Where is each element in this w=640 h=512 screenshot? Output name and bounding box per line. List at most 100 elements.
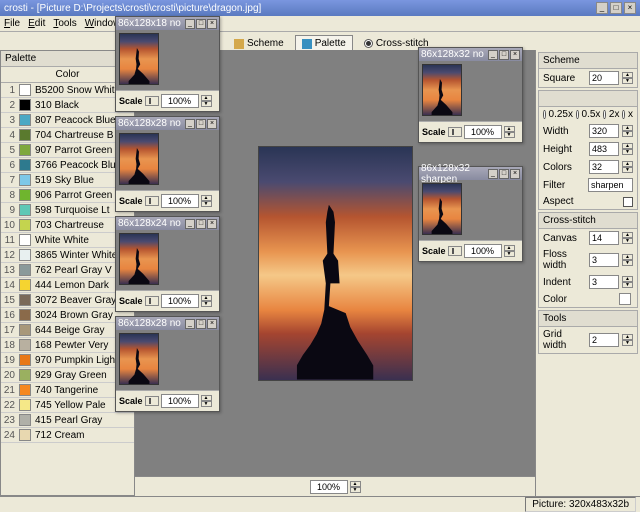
zx[interactable] — [622, 110, 625, 119]
scale-slider[interactable] — [145, 196, 159, 206]
max-icon[interactable]: □ — [499, 169, 509, 179]
scale-input[interactable] — [161, 394, 199, 408]
color-swatch — [19, 174, 31, 186]
z2[interactable] — [603, 110, 606, 119]
color-swatch — [19, 429, 31, 441]
preview-title: 86x128x32 sharpen — [421, 163, 488, 185]
min-icon[interactable]: _ — [488, 169, 498, 179]
preview-body — [116, 330, 219, 390]
status-bar: Picture: 320x483x32b — [0, 496, 640, 512]
color-swatch — [19, 99, 31, 111]
preview-titlebar[interactable]: 86x128x28 no_□× — [116, 117, 219, 130]
square-input[interactable] — [589, 71, 619, 85]
preview-window[interactable]: 86x128x32 sharpen_□×Scale▲▼ — [418, 166, 523, 262]
window-titlebar: crosti - [Picture D:\Projects\crosti\cro… — [0, 0, 640, 16]
min-icon[interactable]: _ — [185, 319, 195, 329]
minimize-button[interactable]: _ — [596, 2, 608, 14]
scale-spin[interactable]: ▲▼ — [504, 126, 515, 138]
scale-slider[interactable] — [448, 127, 462, 137]
max-icon[interactable]: □ — [196, 119, 206, 129]
color-swatch — [19, 279, 31, 291]
scale-slider[interactable] — [145, 296, 159, 306]
maximize-button[interactable]: □ — [610, 2, 622, 14]
max-icon[interactable]: □ — [499, 50, 509, 60]
scale-spin[interactable]: ▲▼ — [201, 95, 212, 107]
grid-input[interactable] — [589, 333, 619, 347]
preview-window[interactable]: 86x128x32 no_□×Scale▲▼ — [418, 47, 523, 143]
width-label: Width — [543, 126, 586, 137]
square-spin[interactable]: ▲▼ — [622, 72, 633, 84]
close-icon[interactable]: × — [207, 219, 217, 229]
palette-row[interactable]: 24712 Cream — [1, 428, 134, 443]
close-icon[interactable]: × — [510, 169, 520, 179]
thumbnail[interactable] — [119, 33, 159, 85]
thumbnail[interactable] — [119, 133, 159, 185]
preview-titlebar[interactable]: 86x128x32 no_□× — [419, 48, 522, 61]
scale-input[interactable] — [464, 244, 502, 258]
scale-spin[interactable]: ▲▼ — [201, 395, 212, 407]
color-swatch — [19, 414, 31, 426]
scale-input[interactable] — [161, 194, 199, 208]
square-label: Square — [543, 73, 586, 84]
menu-tools[interactable]: Tools — [53, 18, 76, 29]
scale-spin[interactable]: ▲▼ — [504, 245, 515, 257]
scale-input[interactable] — [161, 294, 199, 308]
palette-row[interactable]: 23415 Pearl Gray — [1, 413, 134, 428]
cross-title: Cross-stitch — [539, 213, 637, 229]
min-icon[interactable]: _ — [185, 119, 195, 129]
scale-slider[interactable] — [448, 246, 462, 256]
menu-edit[interactable]: Edit — [28, 18, 45, 29]
close-icon[interactable]: × — [207, 19, 217, 29]
close-button[interactable]: × — [624, 2, 636, 14]
preview-titlebar[interactable]: 86x128x24 no_□× — [116, 217, 219, 230]
thumbnail[interactable] — [422, 183, 462, 235]
color-swatch — [19, 234, 31, 246]
scale-slider[interactable] — [145, 96, 159, 106]
colors-input[interactable] — [589, 160, 619, 174]
preview-scale: Scale▲▼ — [116, 90, 219, 111]
indent-input[interactable] — [589, 275, 619, 289]
preview-window[interactable]: 86x128x28 no_□×Scale▲▼ — [115, 116, 220, 212]
preview-window[interactable]: 86x128x28 no_□×Scale▲▼ — [115, 316, 220, 412]
zoom-spinner[interactable]: ▲▼ — [350, 481, 361, 493]
scale-spin[interactable]: ▲▼ — [201, 295, 212, 307]
color-swatch[interactable] — [619, 293, 631, 305]
close-icon[interactable]: × — [207, 319, 217, 329]
height-input[interactable] — [589, 142, 619, 156]
thumbnail[interactable] — [422, 64, 462, 116]
scheme-section: Scheme Square ▲▼ — [538, 52, 638, 88]
canvas-input[interactable] — [589, 231, 619, 245]
scale-input[interactable] — [464, 125, 502, 139]
menu-file[interactable]: File — [4, 18, 20, 29]
close-icon[interactable]: × — [510, 50, 520, 60]
thumbnail[interactable] — [119, 333, 159, 385]
floss-input[interactable] — [589, 253, 619, 267]
width-input[interactable] — [589, 124, 619, 138]
min-icon[interactable]: _ — [488, 50, 498, 60]
preview-titlebar[interactable]: 86x128x18 no_□× — [116, 17, 219, 30]
preview-window[interactable]: 86x128x24 no_□×Scale▲▼ — [115, 216, 220, 312]
scheme-title: Scheme — [539, 53, 637, 69]
close-icon[interactable]: × — [207, 119, 217, 129]
min-icon[interactable]: _ — [185, 219, 195, 229]
z025[interactable] — [543, 110, 546, 119]
preview-window[interactable]: 86x128x18 no_□× Scale▲▼ — [115, 16, 220, 112]
max-icon[interactable]: □ — [196, 319, 206, 329]
preview-titlebar[interactable]: 86x128x28 no_□× — [116, 317, 219, 330]
aspect-check[interactable] — [623, 197, 633, 207]
max-icon[interactable]: □ — [196, 19, 206, 29]
scale-input[interactable] — [161, 94, 199, 108]
color-swatch — [19, 369, 31, 381]
min-icon[interactable]: _ — [185, 19, 195, 29]
filter-select[interactable] — [588, 178, 633, 192]
scale-slider[interactable] — [145, 396, 159, 406]
color-swatch — [19, 294, 31, 306]
max-icon[interactable]: □ — [196, 219, 206, 229]
main-image[interactable] — [258, 146, 413, 381]
zoom-input[interactable] — [310, 480, 348, 494]
scale-spin[interactable]: ▲▼ — [201, 195, 212, 207]
aspect-label: Aspect — [543, 196, 620, 207]
z05[interactable] — [576, 110, 579, 119]
preview-titlebar[interactable]: 86x128x32 sharpen_□× — [419, 167, 522, 180]
thumbnail[interactable] — [119, 233, 159, 285]
